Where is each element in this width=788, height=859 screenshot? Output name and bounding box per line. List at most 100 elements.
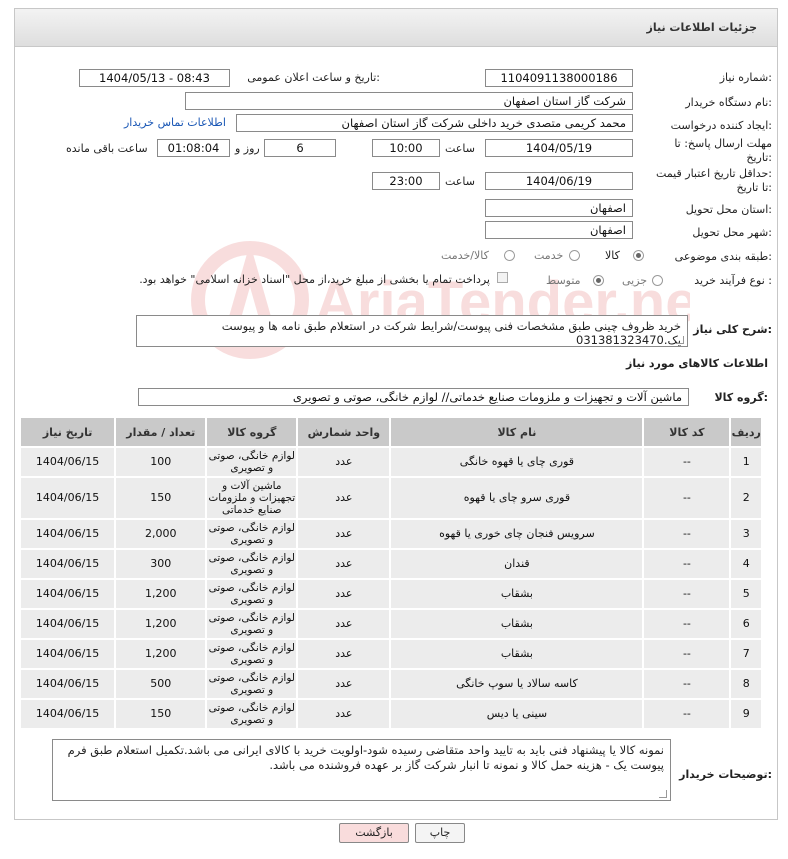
table-row[interactable]: 7 -- بشقاب عدد لوازم خانگی، صوتی و تصویری 1,2…	[18, 638, 763, 670]
item-unit: عدد	[296, 638, 392, 670]
item-qty: 100	[114, 446, 208, 478]
buyer-org-field[interactable]: شرکت گاز استان اصفهان	[185, 92, 633, 110]
province-label: استان محل تحویل:	[685, 203, 772, 216]
item-group: لوازم خانگی، صوتی و تصویری	[205, 698, 299, 730]
print-button[interactable]: چاپ	[415, 823, 465, 843]
page-title: جزئیات اطلاعات نیاز	[646, 21, 758, 34]
process-medium-radio[interactable]	[593, 275, 604, 286]
row-number: 5	[729, 578, 763, 610]
item-code: --	[642, 518, 732, 550]
goods-group-field[interactable]: ماشین آلات و تجهیزات و ملزومات صنایع خدم…	[138, 388, 689, 406]
item-group: ماشین آلات و تجهیزات و ملزومات صنایع خدم…	[205, 476, 299, 520]
category-goods-service-radio[interactable]	[504, 250, 515, 261]
category-goods-radio[interactable]	[633, 250, 644, 261]
goods-table: ردیف کد کالا نام کالا واحد شمارش گروه کا…	[18, 416, 763, 730]
col-header-row-number: ردیف	[729, 416, 763, 448]
table-row[interactable]: 9 -- سینی یا دیس عدد لوازم خانگی، صوتی و تصو…	[18, 698, 763, 730]
item-group: لوازم خانگی، صوتی و تصویری	[205, 518, 299, 550]
table-row[interactable]: 6 -- بشقاب عدد لوازم خانگی، صوتی و تصویری 1,2…	[18, 608, 763, 640]
deadline-label-2: تاریخ:	[746, 151, 772, 164]
need-date: 1404/06/15	[18, 518, 117, 550]
item-group: لوازم خانگی، صوتی و تصویری	[205, 578, 299, 610]
item-unit: عدد	[296, 668, 392, 700]
item-unit: عدد	[296, 518, 392, 550]
panel-header: جزئیات اطلاعات نیاز	[15, 9, 777, 47]
table-row[interactable]: 3 -- سرویس فنجان چای خوری یا قهوه عدد لوازم …	[18, 518, 763, 550]
resize-grip-icon[interactable]	[659, 790, 667, 798]
item-name: بشقاب	[389, 638, 645, 670]
buyer-notes-text: نمونه کالا یا پیشنهاد فنی باید به تایید …	[67, 743, 664, 772]
table-row[interactable]: 8 -- کاسه سالاد یا سوپ خانگی عدد لوازم خانگی…	[18, 668, 763, 700]
treasury-payment-note: پرداخت تمام یا بخشی از مبلغ خرید،از محل …	[139, 273, 490, 286]
resize-grip-icon[interactable]	[676, 336, 684, 344]
row-number: 6	[729, 608, 763, 640]
item-code: --	[642, 638, 732, 670]
buyer-notes-textarea[interactable]: نمونه کالا یا پیشنهاد فنی باید به تایید …	[52, 739, 671, 801]
announce-field[interactable]: 1404/05/13 - 08:43	[79, 69, 230, 87]
item-qty: 300	[114, 548, 208, 580]
item-name: بشقاب	[389, 578, 645, 610]
category-service-radio[interactable]	[569, 250, 580, 261]
item-unit: عدد	[296, 476, 392, 520]
item-code: --	[642, 446, 732, 478]
need-date: 1404/06/15	[18, 668, 117, 700]
table-row[interactable]: 5 -- بشقاب عدد لوازم خانگی، صوتی و تصویری 1,2…	[18, 578, 763, 610]
need-date: 1404/06/15	[18, 476, 117, 520]
item-group: لوازم خانگی، صوتی و تصویری	[205, 608, 299, 640]
summary-text: خرید ظروف چینی طبق مشخصات فنی پیوست/شرای…	[221, 319, 681, 347]
row-number: 7	[729, 638, 763, 670]
validity-label-1: حداقل تاریخ اعتبار قیمت:	[656, 167, 772, 180]
item-name: قوری چای یا قهوه خانگی	[389, 446, 645, 478]
item-name: کاسه سالاد یا سوپ خانگی	[389, 668, 645, 700]
col-header-date: تاریخ نیاز	[18, 416, 117, 448]
table-body: 1 -- قوری چای یا قهوه خانگی عدد لوازم خانگی،…	[18, 446, 763, 730]
item-code: --	[642, 548, 732, 580]
creator-field[interactable]: محمد کریمی متصدی خرید داخلی شرکت گاز است…	[236, 114, 633, 132]
summary-label: شرح کلی نیاز:	[693, 323, 772, 336]
need-number-label: شماره نیاز:	[719, 71, 772, 84]
item-code: --	[642, 578, 732, 610]
process-minor-radio[interactable]	[652, 275, 663, 286]
summary-textarea[interactable]: خرید ظروف چینی طبق مشخصات فنی پیوست/شرای…	[136, 315, 688, 347]
buyer-org-label: نام دستگاه خریدار:	[685, 96, 772, 109]
buyer-notes-label: توضیحات خریدار:	[679, 768, 772, 781]
item-name: سینی یا دیس	[389, 698, 645, 730]
item-qty: 2,000	[114, 518, 208, 550]
buyer-contact-link[interactable]: اطلاعات تماس خریدار	[124, 116, 226, 129]
table-row[interactable]: 4 -- قندان عدد لوازم خانگی، صوتی و تصویری 300…	[18, 548, 763, 580]
creator-label: ایجاد کننده درخواست:	[670, 119, 772, 132]
item-unit: عدد	[296, 608, 392, 640]
table-header-row: ردیف کد کالا نام کالا واحد شمارش گروه کا…	[18, 416, 763, 448]
col-header-unit: واحد شمارش	[296, 416, 392, 448]
city-field[interactable]: اصفهان	[485, 221, 633, 239]
days-field[interactable]: 6	[264, 139, 336, 157]
need-date: 1404/06/15	[18, 698, 117, 730]
table-row[interactable]: 2 -- قوری سرو چای یا قهوه عدد ماشین آلات و ت…	[18, 476, 763, 520]
item-name: بشقاب	[389, 608, 645, 640]
province-field[interactable]: اصفهان	[485, 199, 633, 217]
validity-time-field[interactable]: 23:00	[372, 172, 440, 190]
goods-group-label: گروه کالا:	[714, 391, 768, 404]
back-button[interactable]: بازگشت	[339, 823, 409, 843]
item-code: --	[642, 668, 732, 700]
row-number: 2	[729, 476, 763, 520]
remaining-time-field[interactable]: 01:08:04	[157, 139, 230, 157]
validity-date-field[interactable]: 1404/06/19	[485, 172, 633, 190]
deadline-time-field[interactable]: 10:00	[372, 139, 440, 157]
item-code: --	[642, 476, 732, 520]
days-label: روز و	[235, 142, 260, 155]
col-header-group: گروه کالا	[205, 416, 299, 448]
validity-time-label: ساعت	[445, 175, 475, 188]
item-group: لوازم خانگی، صوتی و تصویری	[205, 548, 299, 580]
treasury-payment-checkbox[interactable]	[497, 272, 508, 283]
process-minor-label: جزیی	[622, 274, 648, 287]
table-row[interactable]: 1 -- قوری چای یا قهوه خانگی عدد لوازم خانگی،…	[18, 446, 763, 478]
need-number-field[interactable]: 1104091138000186	[485, 69, 633, 87]
item-unit: عدد	[296, 548, 392, 580]
deadline-date-field[interactable]: 1404/05/19	[485, 139, 633, 157]
need-date: 1404/06/15	[18, 638, 117, 670]
need-date: 1404/06/15	[18, 548, 117, 580]
need-date: 1404/06/15	[18, 608, 117, 640]
need-date: 1404/06/15	[18, 578, 117, 610]
col-header-name: نام کالا	[389, 416, 645, 448]
